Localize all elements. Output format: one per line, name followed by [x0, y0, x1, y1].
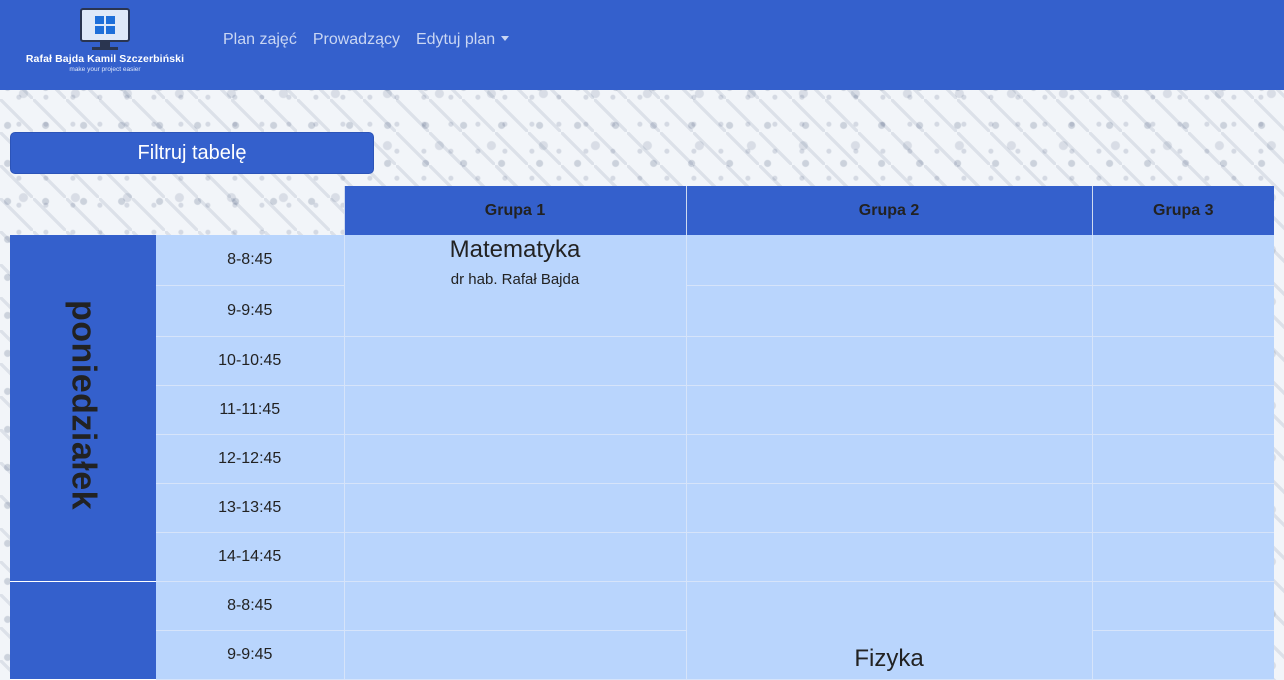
time-slot: 13-13:45 — [156, 483, 344, 533]
empty-cell[interactable] — [685, 336, 1092, 386]
nav-links: Plan zajęć Prowadzący Edytuj plan — [223, 30, 525, 50]
navbar: Rafał Bajda Kamil Szczerbiński make your… — [0, 0, 1284, 90]
empty-cell[interactable] — [1091, 385, 1274, 435]
header-group-1: Grupa 1 — [343, 186, 686, 235]
time-slot: 8-8:45 — [156, 235, 344, 286]
empty-cell[interactable] — [343, 336, 686, 386]
empty-cell[interactable] — [685, 434, 1092, 484]
time-slot: 11-11:45 — [156, 385, 344, 435]
header-group-2: Grupa 2 — [685, 186, 1092, 235]
empty-cell[interactable] — [1091, 630, 1274, 680]
filter-table-button[interactable]: Filtruj tabelę — [10, 132, 374, 174]
empty-cell[interactable] — [1091, 434, 1274, 484]
empty-cell[interactable] — [1091, 483, 1274, 533]
empty-cell[interactable] — [343, 434, 686, 484]
empty-cell[interactable] — [1091, 235, 1274, 286]
day-cell-tuesday — [10, 581, 156, 680]
nav-edytuj-plan-label: Edytuj plan — [415, 31, 496, 48]
schedule-table: Grupa 1 Grupa 2 Grupa 3 poniedziałek 8-8… — [10, 186, 1274, 680]
brand-name: Rafał Bajda Kamil Szczerbiński — [25, 53, 185, 65]
lesson-teacher: dr hab. Rafał Bajda — [450, 271, 580, 288]
empty-cell[interactable] — [1091, 336, 1274, 386]
lesson-subject: Matematyka — [449, 236, 581, 263]
empty-cell[interactable] — [1091, 285, 1274, 337]
empty-cell[interactable] — [343, 532, 686, 582]
empty-cell[interactable] — [685, 483, 1092, 533]
lesson-subject: Fizyka — [854, 644, 924, 672]
empty-cell[interactable] — [343, 581, 686, 631]
nav-plan-zajec[interactable]: Plan zajęć — [223, 30, 297, 50]
empty-cell[interactable] — [343, 630, 686, 680]
time-slot: 12-12:45 — [156, 434, 344, 484]
nav-edytuj-plan-dropdown[interactable]: Edytuj plan — [415, 30, 510, 50]
brand-logo[interactable]: Rafał Bajda Kamil Szczerbiński make your… — [16, 8, 194, 78]
empty-cell[interactable] — [343, 385, 686, 435]
brand-tagline: make your project easier — [69, 66, 141, 73]
header-empty — [10, 186, 156, 235]
empty-cell[interactable] — [685, 532, 1092, 582]
time-slot: 10-10:45 — [156, 336, 344, 386]
time-slot: 9-9:45 — [156, 630, 344, 680]
time-slot: 9-9:45 — [156, 285, 344, 337]
empty-cell[interactable] — [343, 483, 686, 533]
day-cell-monday: poniedziałek — [10, 235, 156, 582]
windows-icon — [95, 16, 115, 34]
nav-prowadzacy[interactable]: Prowadzący — [313, 30, 400, 50]
chevron-down-icon — [501, 36, 510, 41]
empty-cell[interactable] — [685, 385, 1092, 435]
monitor-icon — [80, 8, 130, 42]
time-slot: 8-8:45 — [156, 581, 344, 631]
empty-cell[interactable] — [685, 235, 1092, 286]
header-group-3: Grupa 3 — [1091, 186, 1274, 235]
time-slot: 14-14:45 — [156, 532, 344, 582]
day-label: poniedziałek — [64, 300, 103, 511]
lesson-cell[interactable]: Matematyka dr hab. Rafał Bajda — [343, 235, 686, 337]
empty-cell[interactable] — [1091, 581, 1274, 631]
empty-cell[interactable] — [1091, 532, 1274, 582]
empty-cell[interactable] — [685, 285, 1092, 337]
lesson-cell[interactable]: Fizyka — [685, 581, 1092, 680]
header-empty — [156, 186, 344, 235]
